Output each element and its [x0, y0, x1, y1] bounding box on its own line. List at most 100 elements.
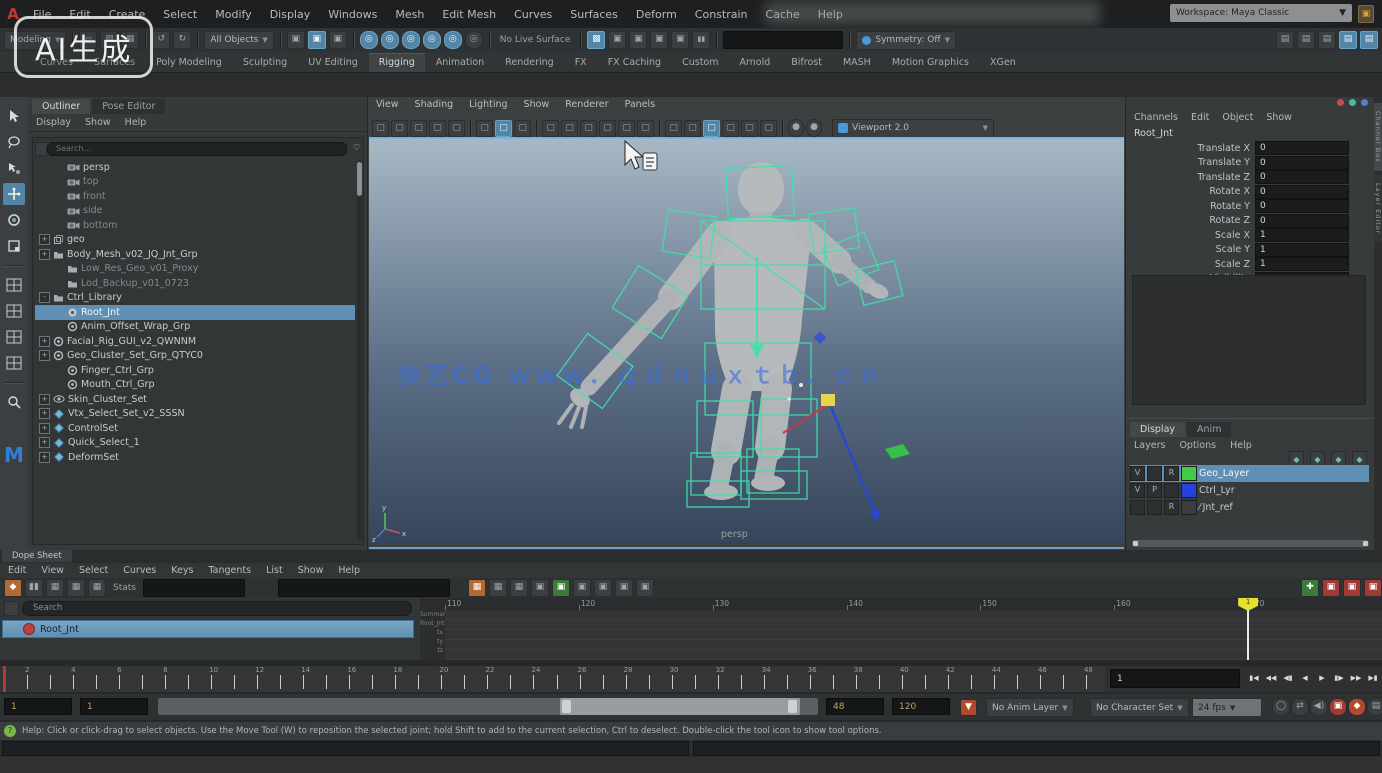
shelf-tab-rendering[interactable]: Rendering [495, 54, 564, 72]
workspace-dropdown[interactable]: Workspace: Maya Classic▼ [1170, 4, 1352, 22]
layer-toggle[interactable] [1130, 500, 1145, 515]
image-plane-icon[interactable]: ▢ [448, 120, 465, 137]
live-surface-label[interactable]: No Live Surface [496, 35, 575, 45]
dope-menu-keys[interactable]: Keys [171, 565, 193, 576]
safe-title-icon[interactable]: ▢ [760, 120, 777, 137]
play-backward-button[interactable]: ◀ [1297, 668, 1313, 688]
buffer-curve-icon[interactable]: ▣ [594, 579, 612, 597]
outliner-menu-show[interactable]: Show [85, 117, 111, 128]
outliner-item[interactable]: +persp [35, 160, 355, 175]
outliner-search-input[interactable]: Search… [47, 142, 347, 156]
paint-select-tool[interactable] [3, 157, 25, 179]
field-chart-icon[interactable]: ▢ [684, 120, 701, 137]
menu-select[interactable]: Select [154, 5, 206, 24]
layer-toggle[interactable]: V [1130, 466, 1145, 481]
channel-value-field[interactable]: 0 [1255, 199, 1349, 213]
shelf-tab-fx-caching[interactable]: FX Caching [598, 54, 671, 72]
add-track-icon[interactable]: ✚ [1301, 579, 1319, 597]
persp-graph-layout[interactable] [3, 352, 25, 374]
panel-menu-view[interactable]: View [376, 99, 399, 113]
wireframe-icon[interactable]: ▢ [476, 120, 493, 137]
redo-icon[interactable]: ↻ [173, 31, 191, 49]
textured-icon[interactable]: ▢ [514, 120, 531, 137]
range-end-handle[interactable] [788, 700, 797, 713]
solo-track-icon[interactable]: ▣ [1343, 579, 1361, 597]
expand-toggle-icon[interactable]: - [39, 292, 50, 303]
ghosting-icon[interactable]: ● [806, 119, 822, 137]
viewport-renderer-dropdown[interactable]: Viewport 2.0▼ [832, 119, 994, 138]
make-live-icon[interactable]: ◎ [465, 31, 483, 49]
move-layer-up-icon[interactable]: ◆ [1289, 451, 1304, 466]
layer-row[interactable]: R⁄Jnt_ref [1130, 499, 1369, 516]
lattice-deform-icon[interactable]: ▦ [88, 579, 106, 597]
layer-toggle[interactable]: R [1164, 500, 1179, 515]
snap-keys-icon[interactable]: ◆ [4, 579, 22, 597]
stats-time-field[interactable] [143, 579, 245, 597]
step-back-frame-button[interactable]: ◀▮ [1280, 668, 1296, 688]
outliner-item[interactable]: +top [35, 175, 355, 190]
panel-menu-panels[interactable]: Panels [625, 99, 656, 113]
expand-toggle-icon[interactable]: + [39, 452, 50, 463]
red-dot-icon[interactable] [1337, 99, 1344, 106]
shelf-tab-motion-graphics[interactable]: Motion Graphics [882, 54, 979, 72]
select-component-icon[interactable]: ▣ [329, 31, 347, 49]
outliner-item[interactable]: +DeformSet [35, 450, 355, 465]
dope-menu-select[interactable]: Select [79, 565, 108, 576]
single-pane-layout[interactable] [3, 274, 25, 296]
outliner-item[interactable]: +Root_Jnt [35, 305, 355, 320]
current-frame-indicator[interactable] [3, 666, 6, 692]
character-set-dropdown[interactable]: No Character Set▼ [1090, 698, 1189, 717]
screen-space-ao-icon[interactable]: ▢ [580, 120, 597, 137]
undo-icon[interactable]: ↺ [152, 31, 170, 49]
mute-track-icon[interactable]: ▣ [1322, 579, 1340, 597]
current-time-marker[interactable]: 1 [1238, 598, 1258, 611]
scale-tool[interactable] [3, 235, 25, 257]
channel-box-menu-object[interactable]: Object [1222, 112, 1253, 123]
layer-toggle[interactable]: R [1164, 466, 1179, 481]
dope-menu-view[interactable]: View [41, 565, 64, 576]
channel-value-field[interactable]: 0 [1255, 214, 1349, 228]
play-forward-button[interactable]: ▶ [1314, 668, 1330, 688]
outliner-item[interactable]: +Anim_Offset_Wrap_Grp [35, 320, 355, 335]
expand-toggle-icon[interactable]: + [39, 423, 50, 434]
outliner-item[interactable]: +Vtx_Select_Set_v2_SSSN [35, 407, 355, 422]
shelf-tab-xgen[interactable]: XGen [980, 54, 1026, 72]
outliner-item[interactable]: +ControlSet [35, 421, 355, 436]
playback-end-field[interactable]: 48 [826, 698, 884, 715]
lock-workspace-icon[interactable]: ▣ [1358, 5, 1374, 23]
depth-of-field-icon[interactable]: ▢ [637, 120, 654, 137]
bookmark-view-icon[interactable]: ▢ [429, 120, 446, 137]
shelf-tab-uv-editing[interactable]: UV Editing [298, 54, 368, 72]
go-to-start-button[interactable]: ▮◀ [1246, 668, 1262, 688]
snap-grid-icon[interactable]: ◎ [360, 31, 378, 49]
use-all-lights-icon[interactable]: ▢ [542, 120, 559, 137]
rotate-tool[interactable] [3, 209, 25, 231]
resolution-gate-icon[interactable]: ▢ [703, 120, 720, 137]
shelf-tab-poly-modeling[interactable]: Poly Modeling [146, 54, 232, 72]
snap-curve-icon[interactable]: ◎ [381, 31, 399, 49]
outliner-item[interactable]: +bottom [35, 218, 355, 233]
flat-tangent-icon[interactable]: ▣ [531, 579, 549, 597]
dope-menu-edit[interactable]: Edit [8, 565, 26, 576]
swap-buffer-icon[interactable]: ▣ [615, 579, 633, 597]
layer-color-swatch[interactable] [1181, 500, 1197, 515]
animation-preferences-icon[interactable]: ▤ [1367, 698, 1382, 716]
panel-menu-shading[interactable]: Shading [415, 99, 454, 113]
range-slider-track[interactable] [158, 698, 818, 715]
anim-layer-dropdown[interactable]: No Anim Layer▼ [986, 698, 1074, 717]
layer-tab-display[interactable]: Display [1130, 422, 1185, 437]
sound-icon[interactable]: ◀) [1310, 698, 1328, 716]
render-settings-icon[interactable]: ▣ [671, 31, 689, 49]
smooth-shade-icon[interactable]: ▢ [495, 120, 512, 137]
expand-toggle-icon[interactable]: + [39, 249, 50, 260]
shelf-tab-sculpting[interactable]: Sculpting [233, 54, 297, 72]
outliner-item[interactable]: +Low_Res_Geo_v01_Proxy [35, 262, 355, 277]
shelf-tab-arnold[interactable]: Arnold [730, 54, 781, 72]
outliner-item[interactable]: +Facial_Rig_GUI_v2_QWNNM [35, 334, 355, 349]
current-frame-field[interactable]: 1 [1110, 669, 1240, 688]
outliner-item[interactable]: +side [35, 204, 355, 219]
expand-toggle-icon[interactable]: + [39, 394, 50, 405]
pause-icon[interactable]: ▮▮ [692, 31, 710, 49]
time-slider[interactable]: 1246810121416182022242628303234363840424… [0, 666, 1105, 692]
stats-value-field[interactable] [278, 579, 450, 597]
